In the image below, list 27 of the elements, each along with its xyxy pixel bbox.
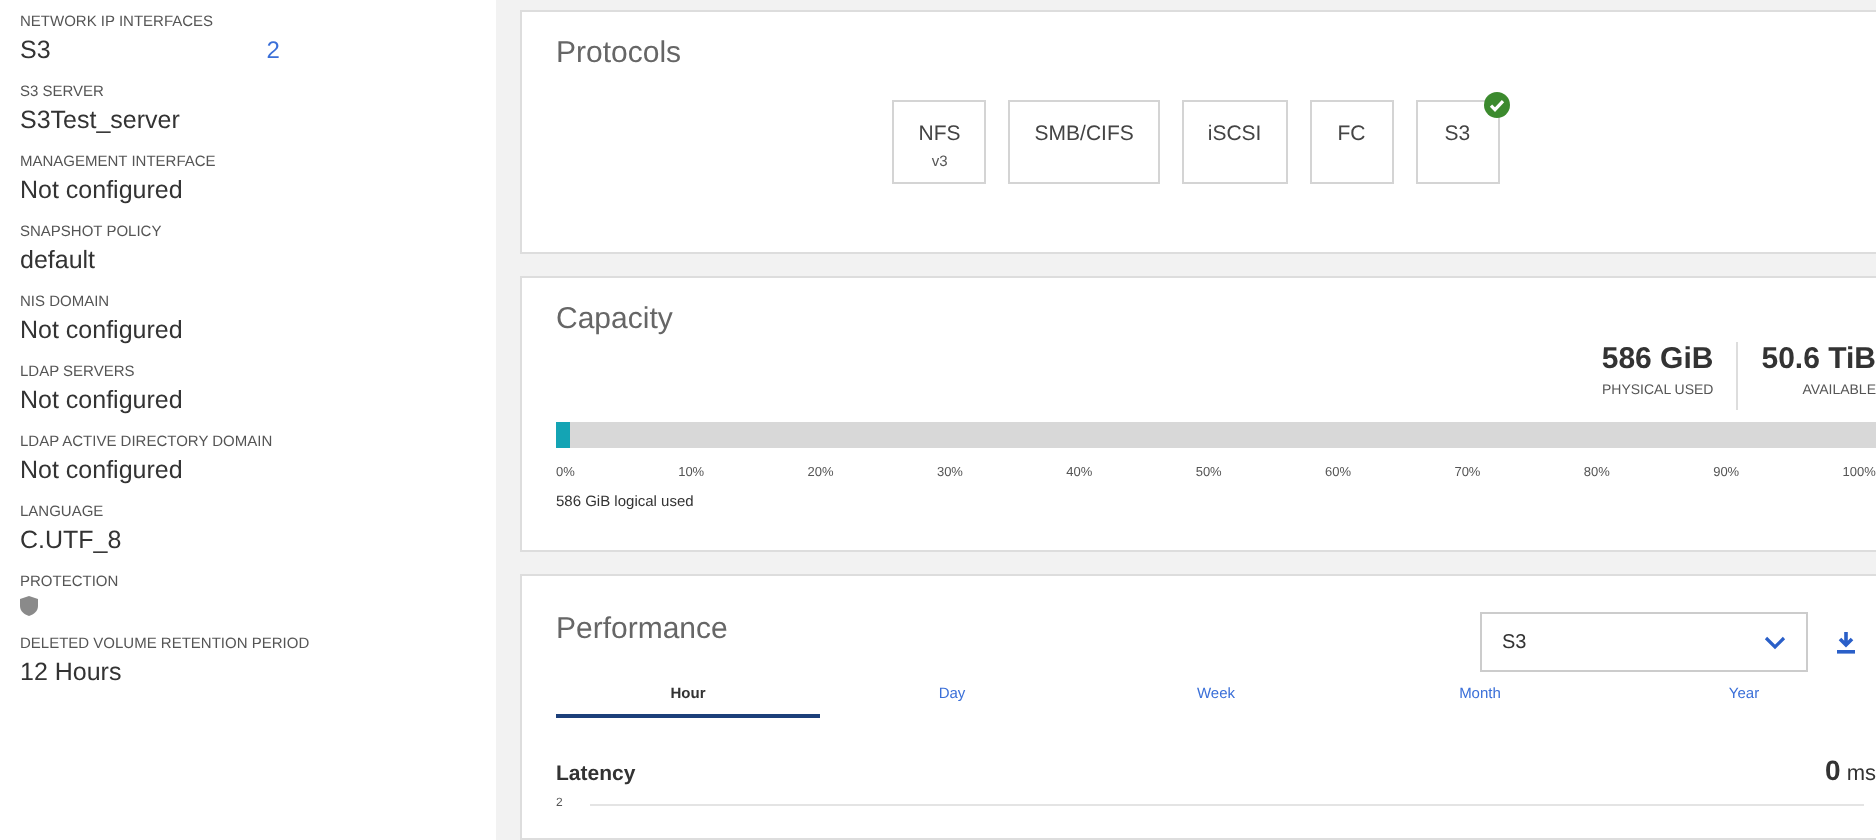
detail-value: S3Test_server	[20, 106, 180, 134]
detail-value: S3	[20, 36, 51, 64]
protocol-name: SMB/CIFS	[1034, 122, 1134, 146]
shield-icon	[20, 596, 38, 616]
protocol-name: S3	[1444, 122, 1471, 146]
latency-title: Latency	[556, 762, 636, 786]
card-title: Protocols	[556, 36, 682, 70]
interfaces-count-link[interactable]: 2	[266, 36, 280, 64]
latency-unit: ms	[1846, 762, 1876, 786]
protocol-name: NFS	[918, 122, 961, 146]
detail-value: default	[20, 246, 96, 274]
card-title: Capacity	[556, 302, 673, 336]
detail-value: Not configured	[20, 316, 183, 344]
stat-value: 50.6 TiB	[1761, 342, 1876, 376]
chevron-icon	[1764, 635, 1786, 649]
latency-value: 0	[1825, 754, 1841, 786]
detail-value: Not configured	[20, 456, 183, 484]
card-title: Performance	[556, 612, 728, 646]
volume-select[interactable]: S3	[1480, 612, 1808, 672]
stat-value: 586 GiB	[1601, 342, 1714, 376]
detail-value: C.UTF_8	[20, 526, 122, 554]
protocol-name: iSCSI	[1207, 122, 1262, 146]
detail-value: 12 Hours	[20, 658, 122, 686]
detail-value: Not configured	[20, 386, 183, 414]
download-icon[interactable]	[1836, 631, 1856, 653]
protocol-name: FC	[1337, 122, 1366, 146]
detail-value: Not configured	[20, 176, 183, 204]
